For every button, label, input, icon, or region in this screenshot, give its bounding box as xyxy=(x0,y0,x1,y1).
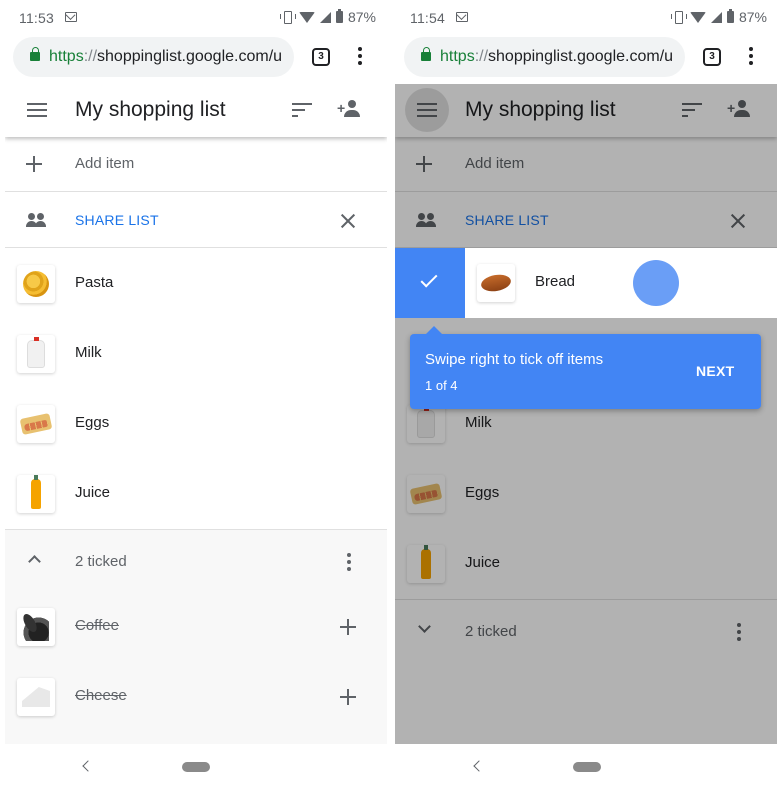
battery-percent: 87% xyxy=(738,9,767,25)
people-icon xyxy=(25,213,47,227)
juice-image xyxy=(31,475,41,509)
ticked-item[interactable]: Coffee xyxy=(5,592,387,662)
url-text: https://shoppinglist.google.com/u xyxy=(49,48,283,65)
more-options-icon[interactable] xyxy=(346,553,352,573)
tooltip-step: 1 of 4 xyxy=(425,378,458,393)
item-name: Coffee xyxy=(75,617,119,634)
item-name: Juice xyxy=(75,484,111,501)
add-item-label: Add item xyxy=(75,155,135,172)
browser-menu-icon[interactable] xyxy=(357,47,363,67)
status-time: 11:54 xyxy=(410,10,445,26)
touch-indicator xyxy=(633,260,679,306)
plus-icon xyxy=(26,156,42,172)
menu-button[interactable] xyxy=(15,88,59,132)
shopping-list-app: My shopping list + Add item SHARE LIST P… xyxy=(5,84,387,744)
back-icon[interactable] xyxy=(82,760,94,772)
sort-icon[interactable] xyxy=(292,103,312,117)
browser-menu-icon[interactable] xyxy=(748,47,754,67)
gmail-notification-icon xyxy=(456,12,468,22)
tooltip-text: Swipe right to tick off items xyxy=(425,351,604,368)
list-item[interactable]: Eggs xyxy=(5,389,387,459)
tick-swipe-background xyxy=(395,248,465,318)
page-title: My shopping list xyxy=(75,98,226,121)
coffee-image xyxy=(23,613,49,641)
list-item[interactable]: Pasta xyxy=(5,249,387,319)
status-bar: 11:53 87% xyxy=(0,0,391,34)
phone-screen-right: 11:54 87% https://shoppinglist.google.co… xyxy=(391,0,782,796)
ticked-header[interactable]: 2 ticked xyxy=(5,530,387,592)
bread-image xyxy=(479,272,513,294)
browser-toolbar: https://shoppinglist.google.com/u 3 xyxy=(391,34,782,82)
onboarding-scrim xyxy=(395,84,777,744)
chevron-up-icon[interactable] xyxy=(28,555,41,568)
close-icon[interactable] xyxy=(340,213,356,229)
hamburger-icon xyxy=(27,103,47,117)
check-icon xyxy=(420,270,438,288)
item-thumbnail xyxy=(17,475,55,513)
lock-icon xyxy=(421,47,431,61)
ticked-item[interactable]: Cheese xyxy=(5,662,387,732)
item-thumbnail xyxy=(477,264,515,302)
add-item-row[interactable]: Add item xyxy=(5,137,387,192)
vibrate-icon xyxy=(279,10,296,24)
battery-icon xyxy=(726,9,734,23)
ticked-section: 2 ticked Coffee Cheese xyxy=(5,529,387,744)
tab-switcher-button[interactable]: 3 xyxy=(312,48,330,66)
status-time: 11:53 xyxy=(19,10,54,26)
system-nav-bar xyxy=(0,744,391,796)
share-list-row: SHARE LIST xyxy=(5,193,387,248)
app-bar: My shopping list + xyxy=(5,84,387,137)
item-name: Bread xyxy=(535,273,576,290)
vibrate-icon xyxy=(670,10,687,24)
cell-signal-icon xyxy=(319,11,331,23)
item-thumbnail xyxy=(17,335,55,373)
item-name: Cheese xyxy=(75,687,127,704)
item-name: Pasta xyxy=(75,274,114,291)
item-name: Milk xyxy=(75,344,102,361)
re-add-plus-icon[interactable] xyxy=(340,689,356,705)
onboarding-tooltip: Swipe right to tick off items 1 of 4 NEX… xyxy=(410,326,761,409)
url-bar[interactable]: https://shoppinglist.google.com/u xyxy=(13,37,294,77)
gmail-notification-icon xyxy=(65,12,77,22)
battery-percent: 87% xyxy=(347,9,376,25)
url-text: https://shoppinglist.google.com/u xyxy=(440,48,674,65)
status-bar: 11:54 87% xyxy=(391,0,782,34)
system-nav-bar xyxy=(391,744,782,796)
item-thumbnail xyxy=(17,265,55,303)
wifi-icon xyxy=(689,11,706,23)
eggs-image xyxy=(19,413,53,435)
home-pill[interactable] xyxy=(573,762,601,772)
item-thumbnail xyxy=(17,608,55,646)
cell-signal-icon xyxy=(710,11,722,23)
shopping-list-app: My shopping list + Add item SHARE LIST M… xyxy=(395,84,777,744)
tab-switcher-button[interactable]: 3 xyxy=(703,48,721,66)
wifi-icon xyxy=(298,11,315,23)
battery-icon xyxy=(335,9,343,23)
phone-screen-left: 11:53 87% https://shoppinglist.google.co… xyxy=(0,0,391,796)
item-thumbnail xyxy=(17,405,55,443)
re-add-plus-icon[interactable] xyxy=(340,619,356,635)
list-item[interactable]: Juice xyxy=(5,459,387,529)
cheese-image xyxy=(22,687,50,707)
browser-toolbar: https://shoppinglist.google.com/u 3 xyxy=(0,34,391,82)
pasta-image xyxy=(23,271,49,297)
lock-icon xyxy=(30,47,40,61)
add-person-icon[interactable]: + xyxy=(337,100,361,120)
url-bar[interactable]: https://shoppinglist.google.com/u xyxy=(404,37,685,77)
milk-image xyxy=(27,337,45,368)
next-button[interactable]: NEXT xyxy=(696,363,735,379)
item-thumbnail xyxy=(17,678,55,716)
list-item[interactable]: Milk xyxy=(5,319,387,389)
ticked-count: 2 ticked xyxy=(75,553,127,570)
item-name: Eggs xyxy=(75,414,110,431)
home-pill[interactable] xyxy=(182,762,210,772)
share-list-button[interactable]: SHARE LIST xyxy=(75,212,159,228)
back-icon[interactable] xyxy=(473,760,485,772)
swiped-list-item[interactable]: Bread xyxy=(395,248,777,318)
